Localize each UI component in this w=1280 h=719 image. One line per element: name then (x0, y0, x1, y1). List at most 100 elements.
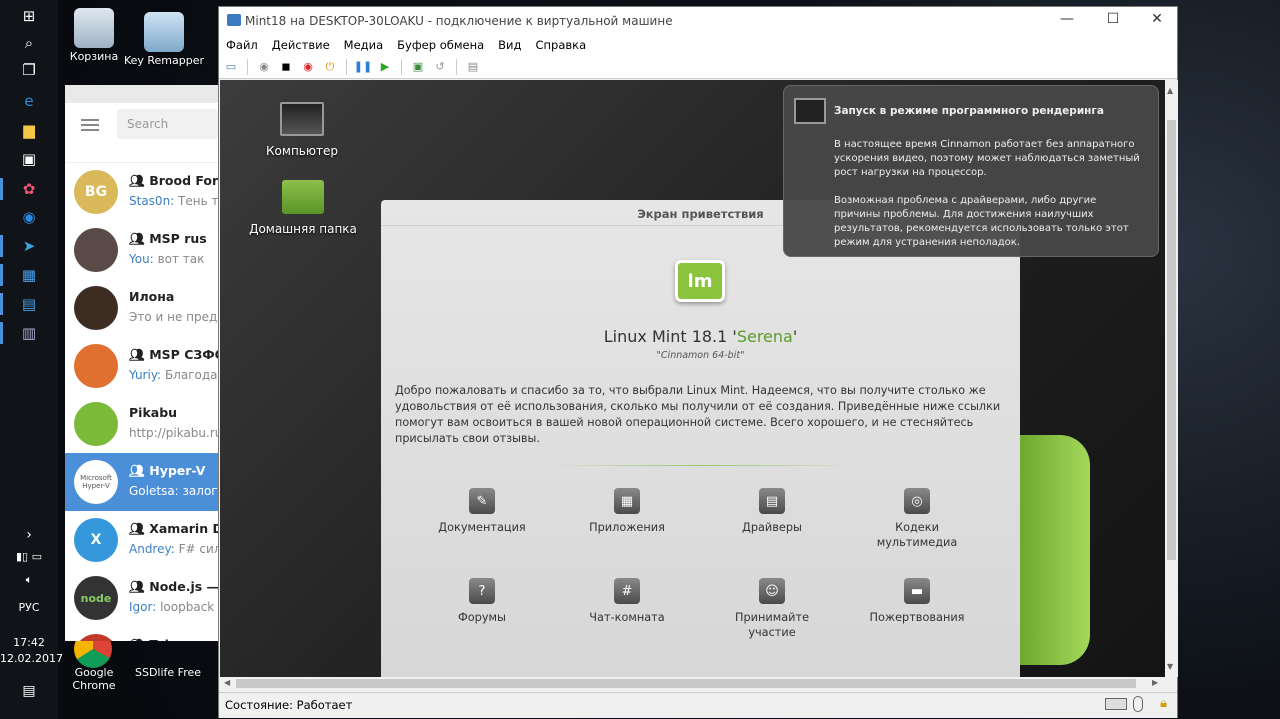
version-prefix: Linux Mint 18.1 ' (603, 327, 737, 346)
telegram-icon[interactable]: ➤ (14, 233, 44, 259)
app-icon[interactable]: ▦ (14, 262, 44, 288)
scroll-up-icon[interactable]: ▲ (1167, 86, 1173, 95)
menu-item[interactable]: Файл (226, 38, 258, 52)
notification-text-2: Возможная проблема с драйверами, либо др… (834, 195, 1129, 248)
welcome-intro: Добро пожаловать и спасибо за то, что вы… (395, 384, 1001, 445)
chat-item[interactable]: Microsoft Hyper-V 👥︎ Hyper-V Goletsa: зало… (65, 453, 218, 511)
welcome-link-documentation[interactable]: ✎ Документация (427, 488, 537, 535)
separator (247, 58, 248, 75)
chat-item[interactable]: X 👥︎ Xamarin De Andrey: F# силь (65, 511, 218, 569)
windows-start-icon[interactable]: ⊞ (14, 3, 44, 29)
menu-item[interactable]: Вид (498, 38, 521, 52)
chat-name: 👥︎ MSP СЗФО (129, 347, 218, 363)
scroll-left-icon[interactable]: ◀ (224, 678, 230, 687)
search-icon[interactable]: ⌕ (14, 30, 44, 56)
vertical-scrollbar[interactable]: ▲ ▼ (1165, 80, 1178, 677)
active-indicator (0, 264, 3, 286)
chat-name: 👥︎ Xamarin De (129, 521, 218, 537)
window-title: Mint18 на DESKTOP-30LOAKU - подключение … (245, 14, 673, 28)
scroll-down-icon[interactable]: ▼ (1167, 662, 1173, 671)
version-name: Serena (736, 327, 793, 346)
app-icon[interactable]: ✿ (14, 176, 44, 202)
chat-item[interactable]: node 👥︎ Node.js — р Igor: loopback (65, 569, 218, 627)
store-icon[interactable]: ▣ (14, 146, 44, 172)
menu-item[interactable]: Действие (272, 38, 330, 52)
close-button[interactable]: ✕ (1135, 11, 1179, 27)
welcome-link-label: Драйверы (742, 521, 802, 534)
firefox-icon[interactable]: ◉ (14, 204, 44, 230)
chat-item[interactable]: BG 👥︎ Brood Force Stas0n: Тень так (65, 163, 218, 221)
revert-icon[interactable]: ↺ (432, 59, 448, 75)
avatar (74, 634, 118, 641)
welcome-link-applications[interactable]: ▦ Приложения (572, 488, 682, 535)
vm-desktop-icon-computer[interactable]: Компьютер (252, 102, 352, 158)
chat-item[interactable]: 👥︎ Telegram In (65, 627, 218, 641)
desktop-icon-ssdlife[interactable]: SSDlife Free (126, 636, 210, 679)
chat-item[interactable]: Илона Это и не предло (65, 279, 218, 337)
linux-mint-logo-icon: lm (675, 260, 725, 302)
vm-screen[interactable]: Компьютер Домашняя папка Экран приветств… (220, 80, 1165, 677)
welcome-link-label: Документация (438, 521, 526, 534)
telegram-window: Search BG 👥︎ Brood Force Stas0n: Тень так 👥… (65, 85, 218, 641)
welcome-link-drivers[interactable]: ▤ Драйверы (717, 488, 827, 535)
chat-name-text: Telegram In (149, 637, 218, 641)
hyperv-icon[interactable]: ▤ (14, 291, 44, 317)
volume-icon[interactable]: 🔈︎ (0, 573, 58, 587)
explorer-icon[interactable]: ▆ (14, 117, 44, 143)
avatar (74, 344, 118, 388)
chat-message: Благодар (164, 368, 218, 382)
group-icon: 👥︎ (129, 231, 150, 246)
chat-item[interactable]: Pikabu http://pikabu.ru (65, 395, 218, 453)
chat-preview: Stas0n: Тень так (129, 194, 218, 208)
menu-item[interactable]: Справка (536, 38, 587, 52)
chat-preview: Igor: loopback (129, 600, 214, 614)
icon-label: Google Chrome (72, 666, 116, 692)
desktop-icon-key-remapper[interactable]: Key Remapper (122, 12, 206, 67)
chat-item[interactable]: 👥︎ MSP rus You: вот так (65, 221, 218, 279)
maximize-button[interactable]: ☐ (1091, 11, 1135, 27)
task-view-icon[interactable]: ❐ (14, 57, 44, 83)
scroll-thumb[interactable] (236, 679, 1136, 688)
menu-icon[interactable] (81, 119, 99, 131)
checkpoint-icon[interactable]: ▣ (410, 59, 426, 75)
welcome-link-donations[interactable]: ▬ Пожертвования (862, 578, 972, 625)
ctrl-alt-del-icon[interactable]: ▭ (223, 59, 239, 75)
start-icon[interactable]: ◉ (256, 59, 272, 75)
pause-icon[interactable]: ❚❚ (354, 59, 372, 75)
clock-date[interactable]: 12.02.2017 (0, 652, 63, 665)
welcome-link-codecs[interactable]: ◎ Кодеки мультимедиа (862, 488, 972, 550)
chat-preview: Yuriy: Благодар (129, 368, 218, 382)
vm-desktop-icon-home[interactable]: Домашняя папка (248, 180, 358, 236)
welcome-link-get-involved[interactable]: ☺ Принимайте участие (717, 578, 827, 640)
chat-item[interactable]: 👥︎ MSP СЗФО Yuriy: Благодар (65, 337, 218, 395)
active-indicator (0, 293, 3, 315)
welcome-link-chat-room[interactable]: # Чат-комната (572, 578, 682, 625)
vmconnect-icon[interactable]: ▥ (14, 320, 44, 346)
horizontal-scrollbar[interactable]: ◀ ▶ (220, 677, 1165, 690)
menu-item[interactable]: Медиа (344, 38, 383, 52)
search-input[interactable]: Search (117, 109, 218, 139)
notification-center-icon[interactable]: ▤ (0, 683, 58, 699)
scroll-right-icon[interactable]: ▶ (1152, 678, 1158, 687)
welcome-link-forums[interactable]: ? Форумы (427, 578, 537, 625)
menu-item[interactable]: Буфер обмена (397, 38, 484, 52)
divider (551, 465, 851, 466)
network-icon[interactable]: ▮▯ ▭ (0, 550, 58, 563)
language-indicator[interactable]: РУС (0, 601, 58, 614)
software-rendering-notification[interactable]: Запуск в режиме программного рендеринга … (783, 85, 1159, 257)
group-icon: 👥︎ (129, 173, 150, 188)
scroll-thumb[interactable] (1167, 120, 1176, 560)
resume-icon[interactable]: ▶ (377, 59, 393, 75)
power-icon[interactable]: ⏻ (322, 59, 338, 75)
chat-name: Pikabu (129, 405, 177, 420)
monitor-icon (794, 98, 826, 124)
minimize-button[interactable]: — (1045, 11, 1089, 27)
edge-icon[interactable]: e (14, 88, 44, 114)
keyboard-key-icon (144, 12, 184, 52)
turn-off-icon[interactable]: ◼ (278, 59, 294, 75)
group-icon: 👥︎ (129, 347, 150, 362)
chevron-up-icon[interactable]: › (0, 527, 58, 543)
clock-time[interactable]: 17:42 (0, 636, 58, 649)
enhanced-session-icon[interactable]: ▤ (465, 59, 481, 75)
shutdown-icon[interactable]: ◉ (300, 59, 316, 75)
